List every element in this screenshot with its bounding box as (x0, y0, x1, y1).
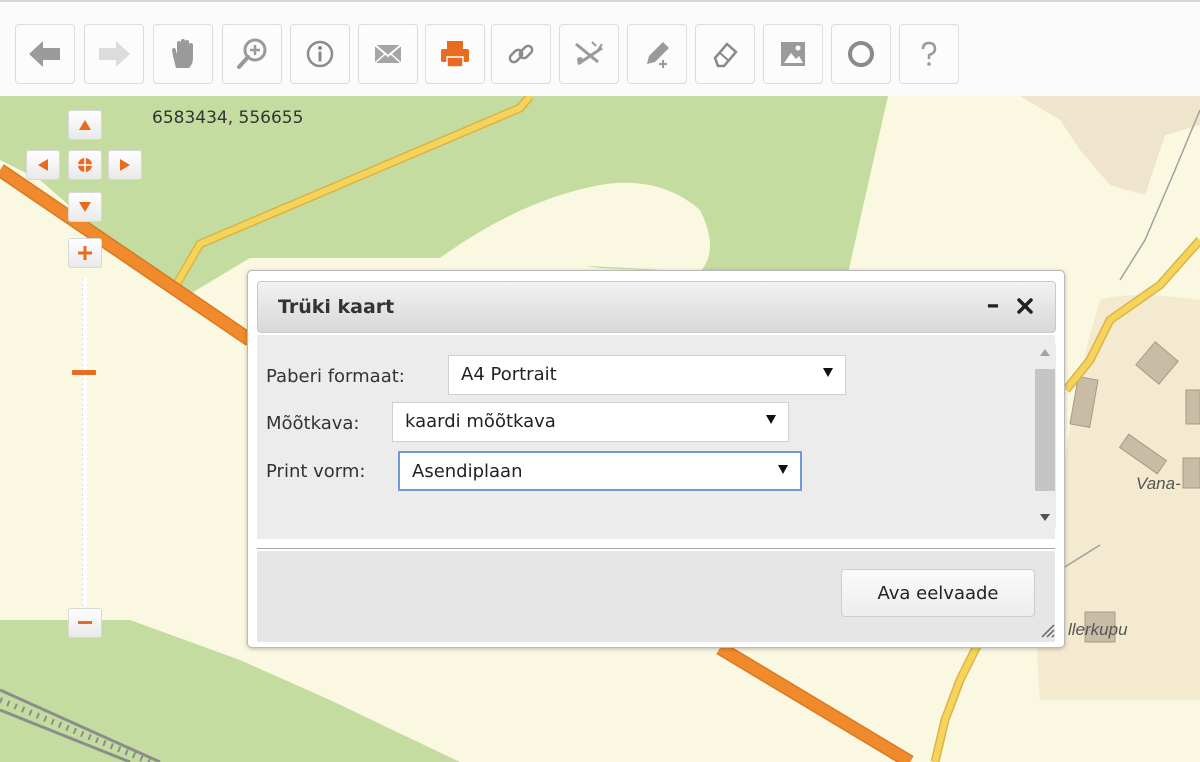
help-question-icon (921, 41, 937, 66)
zoom-in-control[interactable] (68, 238, 102, 268)
map-place-label: Vana- (1136, 474, 1181, 493)
resize-grip-icon[interactable] (1034, 617, 1056, 639)
forward-arrow-icon (99, 41, 130, 67)
scale-value: kaardi mõõtkava (405, 411, 556, 432)
back-button[interactable] (15, 24, 75, 84)
erase-button[interactable] (695, 24, 755, 84)
arrow-right-icon (120, 159, 130, 171)
arrow-left-icon (38, 159, 48, 171)
print-button[interactable] (425, 24, 485, 84)
map-toolbar (0, 0, 1200, 98)
image-button[interactable] (763, 24, 823, 84)
close-icon (1017, 298, 1033, 314)
pan-up-button[interactable] (68, 110, 102, 140)
dialog-title: Trüki kaart (278, 296, 395, 318)
pan-hand-icon (172, 39, 193, 68)
pan-left-button[interactable] (26, 150, 60, 180)
close-button[interactable] (1010, 288, 1040, 324)
print-form-value: Asendiplaan (412, 461, 523, 482)
info-icon (306, 40, 334, 68)
scale-label: Mõõtkava: (266, 413, 360, 434)
arrow-up-icon (79, 120, 91, 130)
scrollbar-thumb (1035, 369, 1055, 491)
mail-button[interactable] (358, 24, 418, 84)
paper-format-select[interactable]: A4 Portrait (448, 355, 846, 395)
arrow-down-icon (79, 202, 91, 212)
minimize-button[interactable]: – (980, 288, 1006, 324)
circle-icon (848, 41, 874, 67)
map-place-label: llerkupu (1068, 620, 1128, 639)
chevron-down-icon (823, 368, 833, 377)
pan-right-button[interactable] (108, 150, 142, 180)
measure-icon (575, 41, 603, 66)
print-map-dialog: Trüki kaart – Paberi formaat: A4 Portrai… (247, 270, 1065, 648)
center-crosshair-icon (78, 158, 92, 172)
zoom-slider-track[interactable] (82, 278, 87, 606)
help-button[interactable] (899, 24, 959, 84)
measure-button[interactable] (559, 24, 619, 84)
scale-select[interactable]: kaardi mõõtkava (392, 402, 789, 442)
link-icon (508, 44, 534, 64)
pan-down-button[interactable] (68, 192, 102, 222)
plus-icon (78, 246, 92, 260)
zoom-out-control[interactable] (68, 608, 102, 638)
info-button[interactable] (290, 24, 350, 84)
image-icon (781, 42, 805, 66)
circle-button[interactable] (831, 24, 891, 84)
dialog-body: Paberi formaat: A4 Portrait Mõõtkava: ka… (257, 335, 1056, 539)
open-preview-button[interactable]: Ava eelvaade (841, 569, 1035, 617)
minus-icon (78, 621, 92, 624)
print-form-select[interactable]: Asendiplaan (398, 451, 802, 491)
zoom-in-button[interactable] (222, 24, 282, 84)
back-arrow-icon (29, 41, 60, 67)
pan-button[interactable] (153, 24, 213, 84)
draw-pencil-icon (647, 42, 669, 68)
forward-button[interactable] (84, 24, 144, 84)
paper-format-label: Paberi formaat: (266, 366, 405, 387)
printer-icon (441, 41, 469, 68)
link-button[interactable] (491, 24, 551, 84)
draw-button[interactable] (627, 24, 687, 84)
chevron-down-icon (766, 415, 776, 424)
dialog-header[interactable]: Trüki kaart – (257, 281, 1056, 333)
eraser-icon (713, 42, 738, 68)
paper-format-value: A4 Portrait (461, 364, 557, 385)
dialog-scrollbar[interactable] (1034, 343, 1056, 529)
zoom-slider-handle[interactable] (72, 370, 96, 375)
zoom-in-magnifier-icon (237, 38, 267, 69)
dialog-footer: Ava eelvaade (257, 551, 1055, 642)
map-coordinates: 6583434, 556655 (152, 108, 304, 128)
pan-center-button[interactable] (68, 150, 102, 180)
chevron-down-icon (778, 465, 788, 474)
mail-envelope-icon (374, 44, 402, 64)
dialog-divider (257, 548, 1055, 549)
print-form-label: Print vorm: (266, 461, 366, 482)
